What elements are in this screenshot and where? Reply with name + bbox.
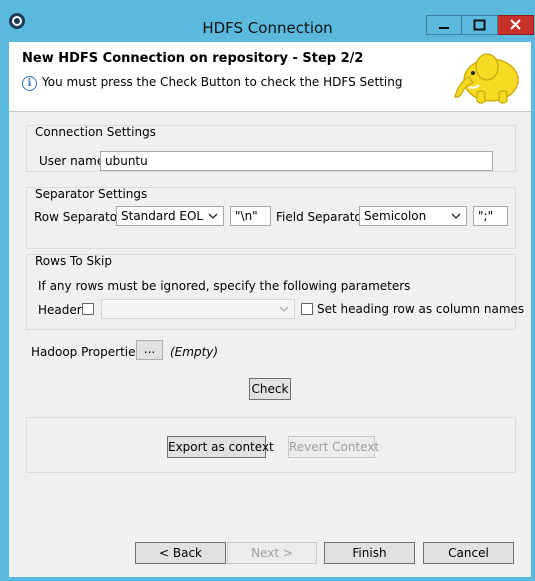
header-checkbox[interactable] [82,303,94,315]
hadoop-properties-button[interactable]: ... [136,340,163,360]
dialog-window: HDFS Connection New HDFS Connection on r… [0,0,535,581]
chevron-down-icon [279,306,289,313]
separator-settings-label: Separator Settings [35,187,148,201]
user-name-input[interactable]: ubuntu [100,151,493,171]
header-label: Header [38,303,82,317]
chevron-down-icon [451,213,461,220]
connection-settings-group: Connection Settings User name ubuntu [26,125,516,172]
wizard-header: New HDFS Connection on repository - Step… [9,42,531,112]
field-separator-label: Field Separator [276,210,367,224]
maximize-button[interactable] [462,15,498,35]
minimize-icon [439,27,449,29]
row-separator-select[interactable]: Standard EOL [116,206,224,226]
user-name-label: User name [39,154,105,168]
field-separator-selected: Semicolon [364,209,427,223]
chevron-down-icon [208,213,218,220]
close-button[interactable] [498,15,534,35]
heading-row-checkbox[interactable] [301,303,313,315]
export-as-context-button[interactable]: Export as context [167,436,274,458]
row-separator-label: Row Separator [34,210,123,224]
title-bar[interactable]: HDFS Connection [1,1,534,42]
heading-row-label: Set heading row as column names [317,302,525,316]
info-icon: i [22,76,37,91]
finish-button[interactable]: Finish [324,542,415,564]
hadoop-elephant-logo [454,53,519,104]
minimize-button[interactable] [426,15,462,35]
context-group: Export as context Revert Context [26,417,516,473]
wizard-step-title: New HDFS Connection on repository - Step… [22,51,364,66]
wizard-message: You must press the Check Button to check… [42,75,403,89]
rows-to-skip-group: Rows To Skip If any rows must be ignored… [26,254,524,330]
dialog-body: New HDFS Connection on repository - Step… [9,42,531,577]
row-separator-input[interactable]: "\n" [230,206,271,226]
hadoop-properties-label: Hadoop Properties [31,345,142,359]
revert-context-button[interactable]: Revert Context [288,436,379,458]
field-separator-select[interactable]: Semicolon [359,206,467,226]
hadoop-properties-status: (Empty) [170,345,219,359]
cancel-button[interactable]: Cancel [423,542,514,564]
check-button[interactable]: Check [249,378,291,400]
header-rows-select[interactable] [101,299,295,319]
maximize-icon [473,19,486,31]
close-icon [510,19,521,30]
separator-settings-group: Separator Settings Row Separator Standar… [26,187,516,249]
connection-settings-label: Connection Settings [35,125,156,139]
rows-to-skip-label: Rows To Skip [35,254,112,268]
back-button[interactable]: < Back [135,542,226,564]
row-separator-selected: Standard EOL [121,209,204,223]
next-button[interactable]: Next > [227,542,317,564]
rows-to-skip-description: If any rows must be ignored, specify the… [38,279,411,293]
field-separator-input[interactable]: ";" [473,206,508,226]
